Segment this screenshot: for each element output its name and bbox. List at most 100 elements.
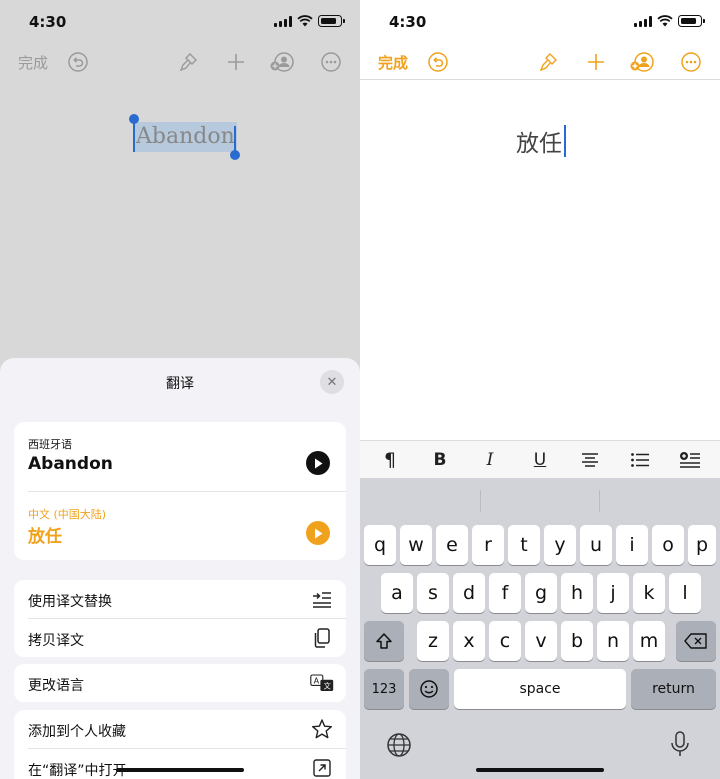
delete-key[interactable] — [676, 621, 716, 661]
star-icon — [310, 717, 334, 741]
paintbrush-icon[interactable] — [174, 48, 202, 76]
source-language-label: 西班牙语 — [28, 438, 72, 451]
status-time: 4:30 — [29, 13, 67, 31]
document-text[interactable]: 放任 — [516, 124, 562, 158]
cellular-signal-icon — [634, 15, 652, 27]
key-l[interactable]: l — [669, 573, 701, 613]
key-o[interactable]: o — [652, 525, 684, 565]
key-e[interactable]: e — [436, 525, 468, 565]
more-icon[interactable] — [317, 48, 345, 76]
keyboard: q w e r t y u i o p a s d f g h j k l z … — [360, 478, 720, 779]
key-m[interactable]: m — [633, 621, 665, 661]
underline-icon[interactable]: U — [528, 448, 552, 472]
key-b[interactable]: b — [561, 621, 593, 661]
collaborate-icon[interactable] — [268, 48, 296, 76]
key-c[interactable]: c — [489, 621, 521, 661]
battery-icon — [678, 15, 705, 27]
backspace-icon — [684, 633, 707, 649]
target-language-label: 中文 (中国大陆) — [28, 508, 107, 521]
undo-icon[interactable] — [424, 48, 452, 76]
play-source-button[interactable] — [306, 451, 330, 475]
replace-with-translation-row[interactable]: 使用译文替换 — [14, 580, 346, 618]
done-button[interactable]: 完成 — [378, 52, 408, 73]
italic-icon[interactable]: I — [478, 448, 502, 472]
close-button[interactable]: ✕ — [320, 370, 344, 394]
close-icon: ✕ — [326, 374, 338, 390]
svg-text:A: A — [314, 676, 320, 685]
open-in-translate-row[interactable]: 在“翻译”中打开 — [14, 749, 346, 779]
key-q[interactable]: q — [364, 525, 396, 565]
emoji-icon — [420, 680, 438, 698]
text-cursor — [564, 125, 566, 157]
status-bar: 4:30 — [0, 0, 360, 44]
space-key[interactable]: space — [454, 669, 626, 709]
play-target-button[interactable] — [306, 521, 330, 545]
shift-icon — [376, 633, 392, 649]
action-group-1: 使用译文替换 拷贝译文 — [14, 580, 346, 657]
key-u[interactable]: u — [580, 525, 612, 565]
home-indicator[interactable] — [116, 768, 244, 772]
play-icon — [315, 528, 323, 538]
key-y[interactable]: y — [544, 525, 576, 565]
svg-text:文: 文 — [324, 682, 331, 691]
toolbar: 完成 — [360, 44, 720, 80]
emoji-key[interactable] — [409, 669, 449, 709]
key-z[interactable]: z — [417, 621, 449, 661]
play-icon — [315, 458, 323, 468]
target-text: 放任 — [28, 527, 62, 547]
key-f[interactable]: f — [489, 573, 521, 613]
toolbar: 完成 — [0, 44, 360, 80]
open-external-icon — [310, 756, 334, 779]
key-p[interactable]: p — [688, 525, 716, 565]
status-time: 4:30 — [389, 13, 427, 31]
insert-icon[interactable] — [678, 448, 702, 472]
action-group-2: 更改语言 A文 — [14, 664, 346, 702]
add-to-favorites-row[interactable]: 添加到个人收藏 — [14, 710, 346, 748]
paintbrush-icon[interactable] — [534, 48, 562, 76]
align-center-icon[interactable] — [578, 448, 602, 472]
more-icon[interactable] — [677, 48, 705, 76]
numbers-key[interactable]: 123 — [364, 669, 404, 709]
key-i[interactable]: i — [616, 525, 648, 565]
copy-translation-row[interactable]: 拷贝译文 — [14, 619, 346, 657]
shift-key[interactable] — [364, 621, 404, 661]
collaborate-icon[interactable] — [628, 48, 656, 76]
key-g[interactable]: g — [525, 573, 557, 613]
undo-icon[interactable] — [64, 48, 92, 76]
key-s[interactable]: s — [417, 573, 449, 613]
home-indicator[interactable] — [476, 768, 604, 772]
globe-icon[interactable] — [386, 732, 412, 762]
change-language-row[interactable]: 更改语言 A文 — [14, 664, 346, 702]
paragraph-style-icon[interactable]: ¶ — [378, 448, 402, 472]
key-a[interactable]: a — [381, 573, 413, 613]
key-j[interactable]: j — [597, 573, 629, 613]
key-n[interactable]: n — [597, 621, 629, 661]
add-icon[interactable] — [582, 48, 610, 76]
translation-card: 西班牙语 Abandon 中文 (中国大陆) 放任 — [14, 422, 346, 560]
battery-icon — [318, 15, 345, 27]
key-w[interactable]: w — [400, 525, 432, 565]
key-h[interactable]: h — [561, 573, 593, 613]
key-v[interactable]: v — [525, 621, 557, 661]
bullet-list-icon[interactable] — [628, 448, 652, 472]
key-d[interactable]: d — [453, 573, 485, 613]
wifi-icon — [297, 15, 313, 27]
add-icon[interactable] — [222, 48, 250, 76]
key-k[interactable]: k — [633, 573, 665, 613]
sheet-title: 翻译 — [166, 376, 194, 392]
key-r[interactable]: r — [472, 525, 504, 565]
done-button[interactable]: 完成 — [18, 52, 48, 73]
key-x[interactable]: x — [453, 621, 485, 661]
selection-start-handle[interactable] — [133, 122, 135, 152]
copy-icon — [310, 626, 334, 650]
status-bar: 4:30 — [360, 0, 720, 44]
bold-icon[interactable]: B — [428, 448, 452, 472]
translate-sheet: 翻译 ✕ 西班牙语 Abandon 中文 (中国大陆) 放任 使用译文替换 拷贝… — [0, 358, 360, 779]
left-screen: 4:30 完成 Abandon 翻译 ✕ 西班牙语 Abandon 中文 (中国… — [0, 0, 360, 779]
return-key[interactable]: return — [631, 669, 716, 709]
translate-icon: A文 — [310, 671, 334, 695]
key-t[interactable]: t — [508, 525, 540, 565]
microphone-icon[interactable] — [668, 730, 692, 762]
source-text: Abandon — [28, 454, 113, 474]
selected-word[interactable]: Abandon — [134, 122, 237, 152]
